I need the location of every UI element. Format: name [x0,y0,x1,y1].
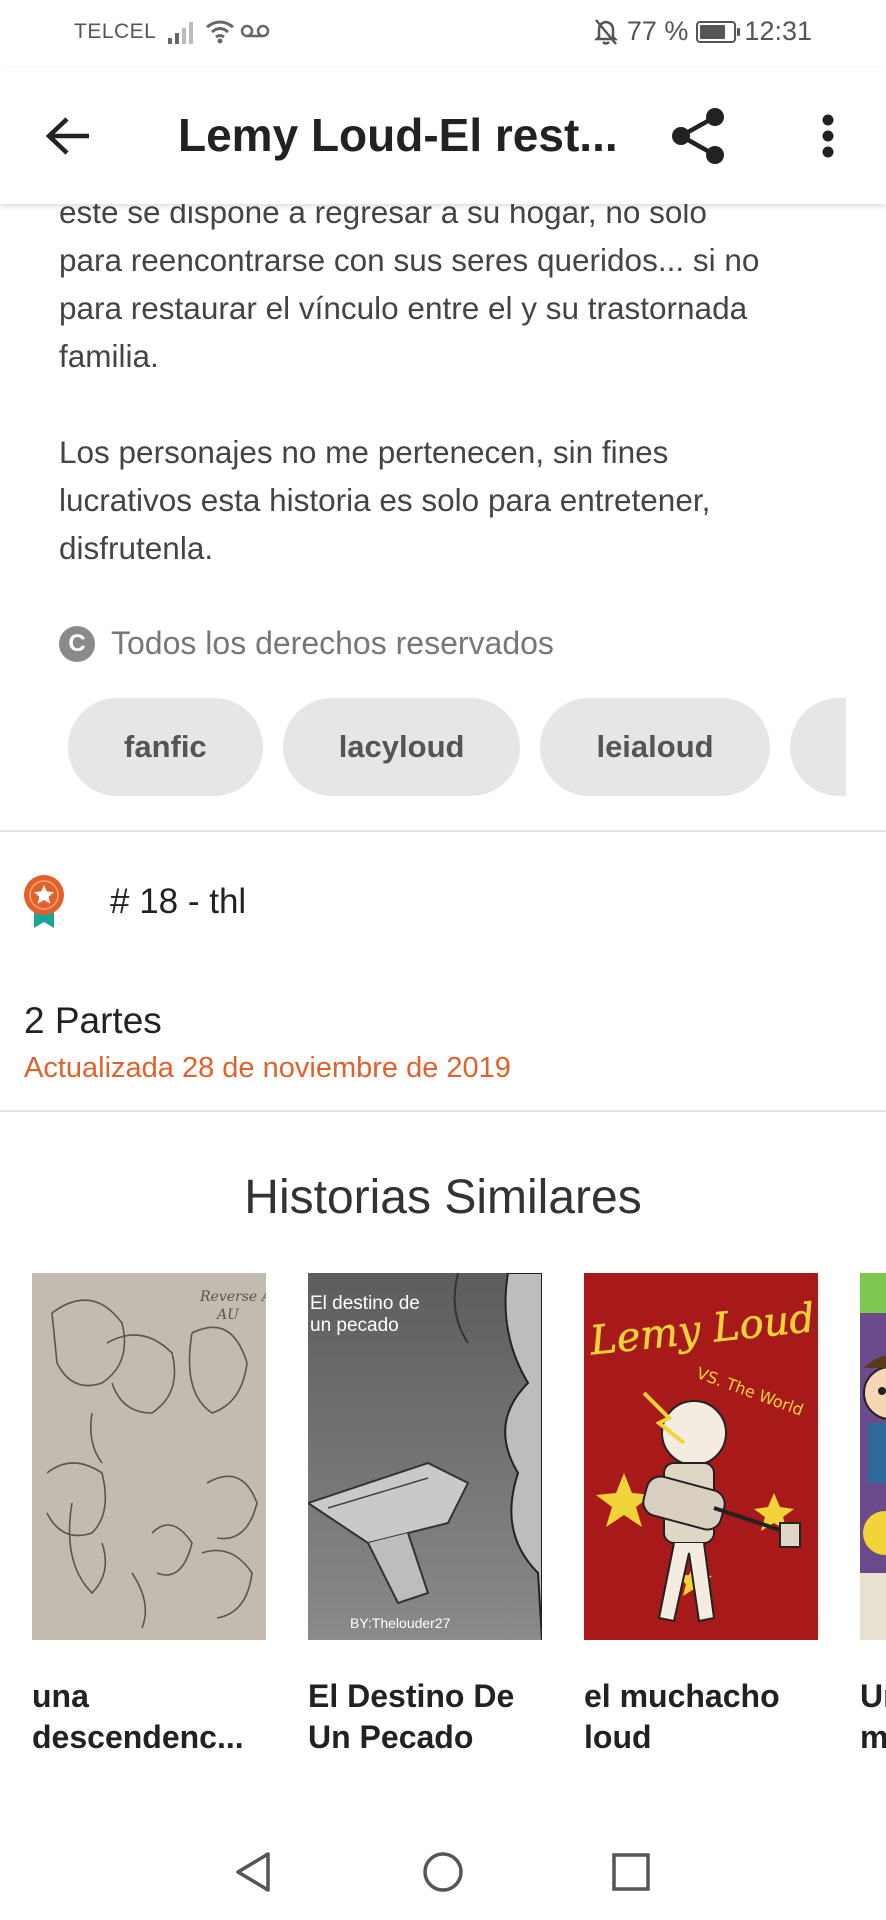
triangle-back-icon [236,1852,270,1892]
clock: 12:31 [744,16,812,46]
back-button[interactable] [40,108,96,164]
award-badge-icon [24,875,64,928]
tag-chip[interactable]: leialoud [540,698,770,796]
cover-text: un pecado [310,1315,399,1336]
story-cover[interactable]: Reverse Age AU [32,1273,266,1640]
more-options-button[interactable] [800,104,856,168]
similar-stories-heading: Historias Similares [244,1171,642,1224]
battery-percent: 77 % [626,16,689,46]
story-cover[interactable]: El destino de un pecado BY:Thelouder27 [308,1273,542,1640]
story-card[interactable]: El destino de un pecado BY:Thelouder27 E… [308,1273,542,1753]
nav-back-button[interactable] [229,1848,277,1896]
voicemail-icon [240,24,270,38]
battery-icon [696,20,741,43]
cover-text: Reverse Age [199,1289,266,1305]
square-recents-icon [612,1853,650,1891]
description-paragraph: Los personajes no me pertenecen, sin fin… [59,434,711,566]
sketch-art: Reverse Age AU [32,1273,266,1640]
story-description: este se dispone a regresar a su hogar, n… [59,188,839,572]
more-vertical-icon [822,114,834,158]
circle-home-icon [423,1852,463,1892]
ranking-label: # 18 - thl [110,882,247,921]
updated-date: Actualizada 28 de noviembre de 2019 [24,1052,511,1084]
guitar-art: Lemy Loud VS. The World [587,1295,817,1623]
story-card[interactable]: Un m [860,1273,886,1753]
status-bar: TELCEL 77 % 12:31 [0,0,886,68]
cartoon-art [860,1273,886,1640]
divider [0,830,886,832]
tag-chip[interactable]: lemy [789,698,846,796]
copyright-text: Todos los derechos reservados [111,625,554,661]
pistol-art: El destino de un pecado BY:Thelouder27 [308,1273,542,1640]
divider [0,1110,886,1112]
carrier-name: TELCEL [74,20,157,43]
arrow-left-icon [45,117,89,155]
nav-home-button[interactable] [419,1848,467,1896]
cover-text: AU [215,1307,240,1323]
story-cover[interactable] [860,1273,886,1640]
story-title[interactable]: una descendenc... [32,1676,266,1753]
ranking-row[interactable]: # 18 - thl [24,874,246,930]
story-title-header: Lemy Loud-El rest... [178,109,618,161]
tag-chip[interactable]: lacyloud [282,698,521,796]
story-title[interactable]: Un m [860,1676,886,1753]
signal-icon [168,20,193,44]
parts-count: 2 Partes [24,1000,162,1041]
story-card[interactable]: Lemy Loud VS. The World el muchacho loud [584,1273,818,1753]
tag-chip[interactable]: fanfic [68,698,263,796]
story-cover[interactable]: Lemy Loud VS. The World [584,1273,818,1640]
cover-text: BY:Thelouder27 [350,1615,451,1631]
app-bar: Lemy Loud-El rest... [0,68,886,204]
story-title[interactable]: el muchacho loud [584,1676,818,1753]
system-nav-bar [0,1820,886,1920]
copyright-icon: C [59,625,95,662]
share-icon [672,108,724,164]
wifi-icon [206,20,234,44]
bell-off-icon [593,18,618,45]
similar-stories-carousel[interactable]: Reverse Age AU una descendenc... [32,1273,886,1753]
cover-text: El destino de [310,1293,420,1314]
story-title[interactable]: El Destino De Un Pecado [308,1676,542,1753]
nav-recents-button[interactable] [607,1848,655,1896]
share-button[interactable] [664,102,732,170]
story-card[interactable]: Reverse Age AU una descendenc... [32,1273,266,1753]
copyright-notice: C Todos los derechos reservados [59,625,554,662]
cover-text: Lemy Loud [587,1295,817,1364]
description-paragraph: este se dispone a regresar a su hogar, n… [59,194,760,374]
tag-list[interactable]: fanfic lacyloud leialoud lemy [68,698,846,796]
status-right: 77 % 12:31 [593,16,812,47]
